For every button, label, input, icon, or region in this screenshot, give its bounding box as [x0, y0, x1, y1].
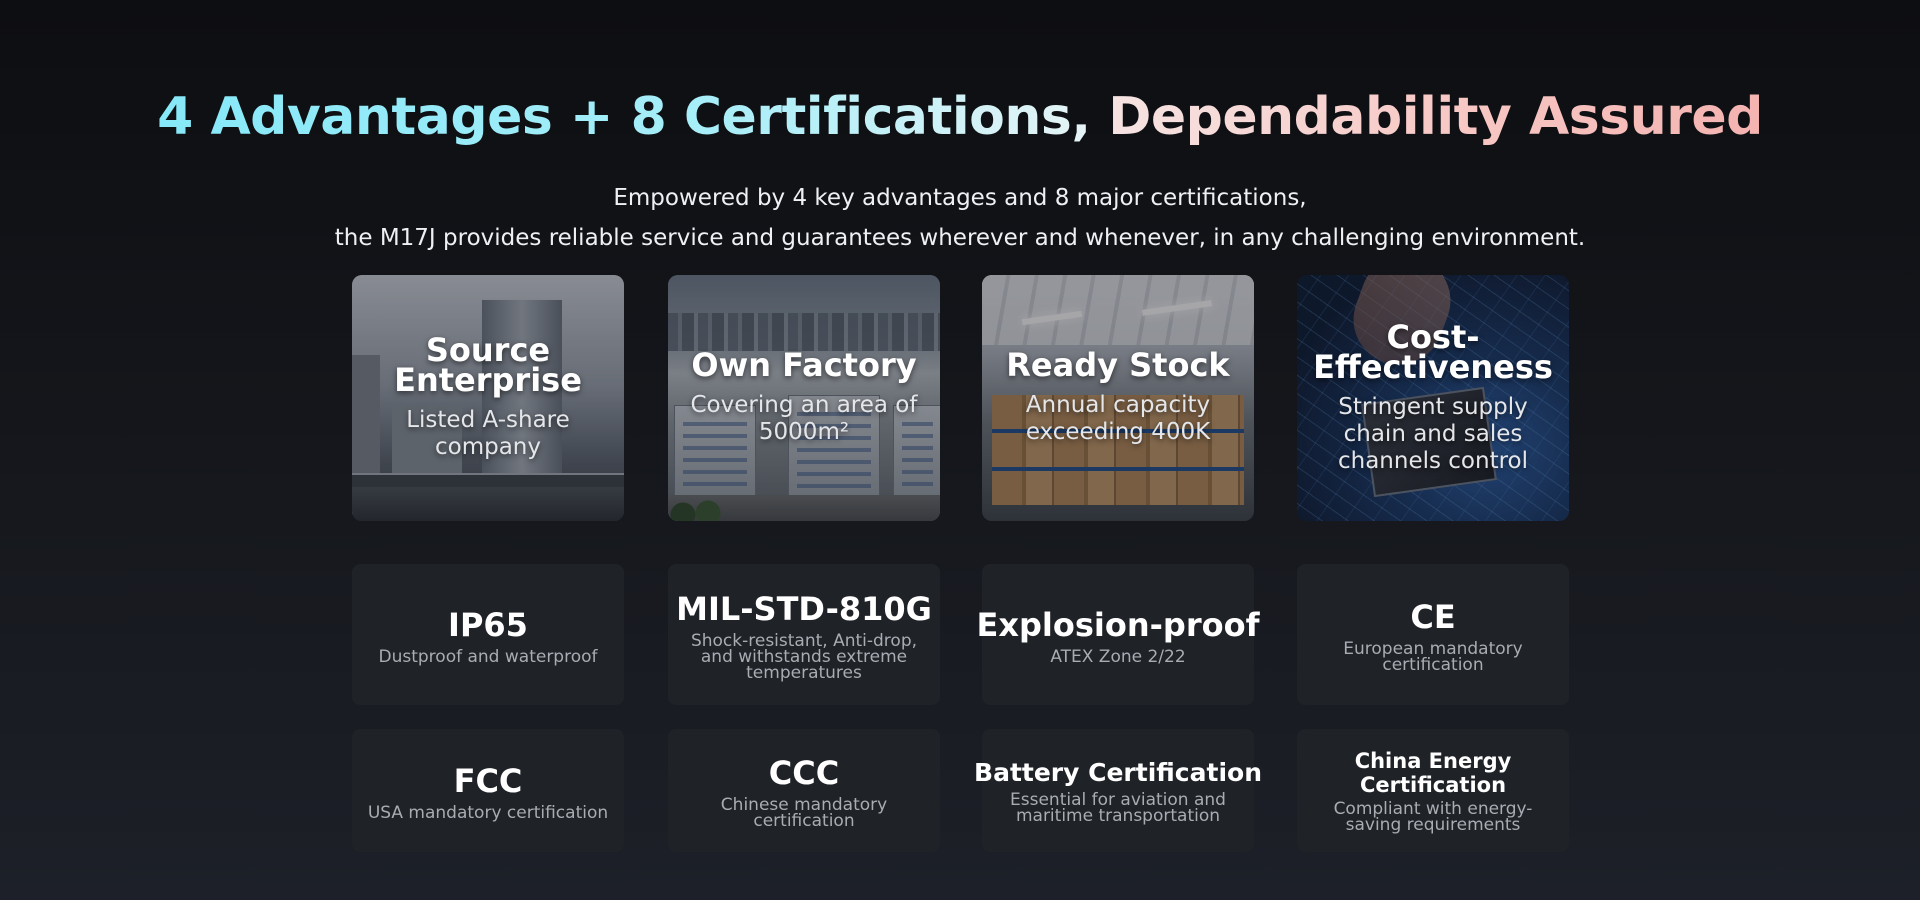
advantage-card-ready-stock: Ready Stock Annual capacity exceeding 40…	[982, 275, 1254, 521]
cert-title: MIL-STD-810G	[676, 589, 932, 628]
cert-title: CE	[1410, 597, 1456, 636]
advantage-card-source-enterprise: Source Enterprise Listed A-share company	[352, 275, 624, 521]
advantage-title: Source Enterprise	[394, 331, 582, 399]
cert-card-battery: Battery Certification Essential for avia…	[974, 729, 1262, 852]
advantage-title: Own Factory	[691, 346, 917, 384]
advantages-section: 4 Advantages + 8 Certifications, Dependa…	[0, 0, 1920, 900]
cert-title: IP65	[448, 605, 528, 644]
subtitle-line-2: the M17J provides reliable service and g…	[334, 225, 1586, 251]
advantage-title: Ready Stock	[1006, 346, 1230, 384]
cert-card-fcc: FCC USA mandatory certification	[352, 729, 624, 852]
advantage-desc: Listed A-share company	[406, 407, 570, 460]
section-subtitle: Empowered by 4 key advantages and 8 majo…	[0, 178, 1920, 258]
cert-title: CCC	[768, 753, 840, 792]
cert-desc: Shock-resistant, Anti-drop, and withstan…	[690, 630, 918, 683]
cert-card-china-energy: China Energy Certification Compliant wit…	[1297, 729, 1569, 852]
advantage-card-own-factory: Own Factory Covering an area of 5000m²	[668, 275, 940, 521]
advantage-desc: Annual capacity exceeding 400K	[1025, 392, 1211, 445]
cert-title: China Energy Certification	[1354, 748, 1512, 797]
cert-desc: Dustproof and waterproof	[378, 646, 598, 667]
cert-title: Explosion-proof	[976, 605, 1260, 644]
cert-desc: ATEX Zone 2/22	[1050, 646, 1186, 667]
cert-card-ccc: CCC Chinese mandatory certification	[668, 729, 940, 852]
subtitle-line-1: Empowered by 4 key advantages and 8 majo…	[613, 185, 1307, 211]
cert-desc: Chinese mandatory certification	[720, 794, 888, 831]
cert-desc: European mandatory certification	[1343, 638, 1523, 675]
cert-card-mil-std-810g: MIL-STD-810G Shock-resistant, Anti-drop,…	[668, 564, 940, 705]
advantage-desc: Covering an area of 5000m²	[690, 392, 918, 445]
cert-title: FCC	[453, 761, 523, 800]
cert-card-ip65: IP65 Dustproof and waterproof	[352, 564, 624, 705]
advantage-title: Cost-Effectiveness	[1313, 317, 1553, 386]
cert-desc: Essential for aviation and maritime tran…	[1010, 789, 1226, 826]
cert-card-explosion-proof: Explosion-proof ATEX Zone 2/22	[977, 564, 1260, 705]
cert-desc: USA mandatory certification	[367, 802, 609, 823]
advantage-desc: Stringent supply chain and sales channel…	[1337, 393, 1529, 474]
cert-card-ce: CE European mandatory certification	[1297, 564, 1569, 705]
title-highlight-advantages: 4 Advantages + 8 Certifications,	[157, 87, 1091, 147]
cert-title: Battery Certification	[974, 757, 1262, 787]
section-title: 4 Advantages + 8 Certifications, Dependa…	[0, 84, 1920, 150]
advantage-card-cost-effectiveness: Cost-Effectiveness Stringent supply chai…	[1297, 275, 1569, 521]
title-highlight-dependability: Dependability Assured	[1108, 87, 1763, 147]
cert-desc: Compliant with energy-saving requirement…	[1333, 798, 1533, 835]
